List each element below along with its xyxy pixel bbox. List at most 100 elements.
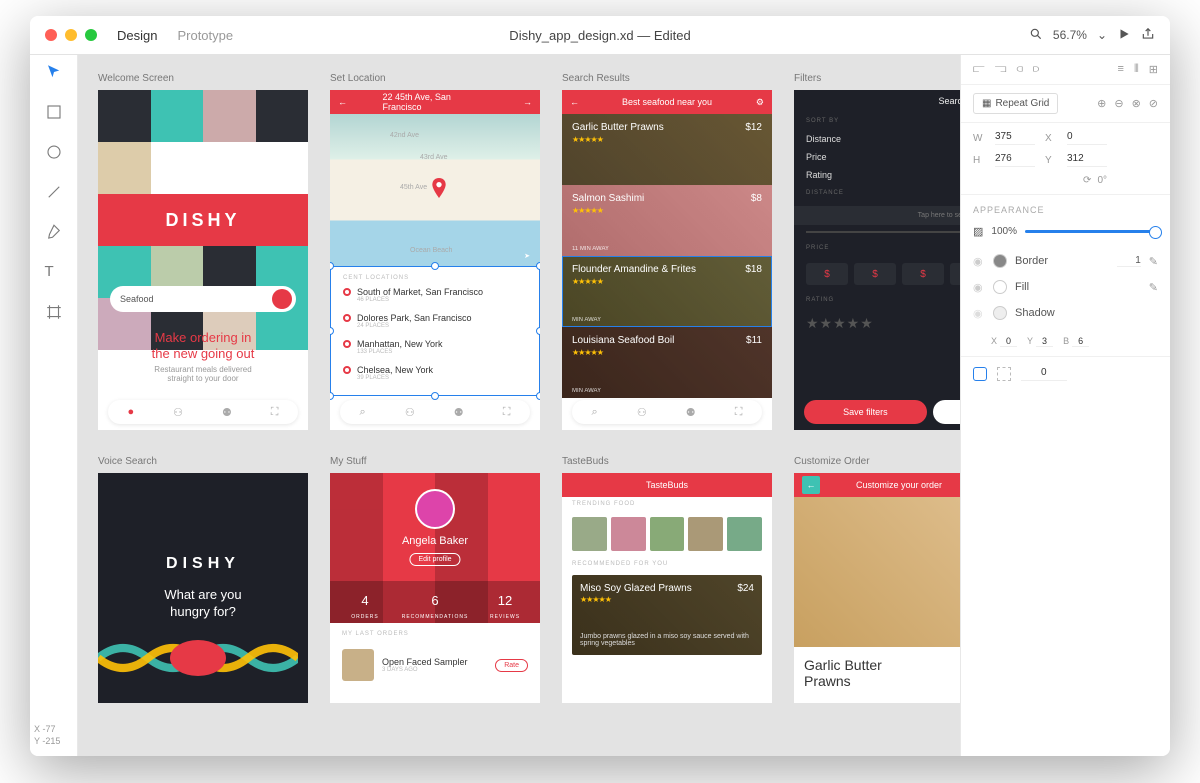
filters-icon[interactable]: ⚙ (756, 97, 764, 108)
dish-card[interactable]: Garlic Butter Prawns$12★★★★★ (562, 114, 772, 185)
height-input[interactable]: 276 (995, 153, 1035, 167)
border-color-swatch[interactable] (993, 254, 1007, 268)
mic-icon[interactable] (272, 289, 292, 309)
play-icon[interactable] (1117, 27, 1131, 44)
artboard-filters[interactable]: Filters Search Filters SORT BY Distance … (794, 73, 960, 430)
opacity-value[interactable]: 100% (991, 226, 1017, 237)
repeat-grid-button[interactable]: ▦ Repeat Grid (973, 93, 1058, 114)
tab-profile-icon[interactable]: ⚇ (637, 406, 647, 419)
border-size-input[interactable]: 1 (1117, 255, 1141, 267)
fill-color-swatch[interactable] (993, 280, 1007, 294)
save-filters-button[interactable]: Save filters (804, 400, 927, 424)
back-icon[interactable]: ← (338, 97, 347, 107)
trending-thumbs[interactable] (562, 511, 772, 557)
reco-card[interactable]: Miso Soy Glazed Prawns $24 ★★★★★ Jumbo p… (572, 575, 762, 655)
location-list-selected[interactable]: CENT LOCATIONS South of Market, San Fran… (330, 266, 540, 396)
rectangle-tool[interactable] (45, 103, 63, 121)
back-icon[interactable]: ← (570, 97, 579, 107)
location-item[interactable]: Manhattan, New York133 PLACES (343, 339, 527, 355)
shadow-y-input[interactable]: 3 (1036, 336, 1053, 347)
align-center-h-icon[interactable]: ⫎ (995, 63, 1007, 76)
price-selector[interactable]: $$$$ (794, 257, 960, 291)
sort-option[interactable]: Rating (794, 166, 960, 184)
tab-prototype[interactable]: Prototype (177, 28, 233, 43)
y-input[interactable]: 312 (1067, 153, 1107, 167)
distance-hint[interactable]: Tap here to set distance (794, 206, 960, 225)
artboard-tastebuds[interactable]: TasteBuds TasteBuds TRENDING FOOD RECOMM… (562, 456, 772, 703)
tab-search-icon[interactable]: ⌕ (360, 406, 366, 419)
order-row[interactable]: Open Faced Sampler3 DAYS AGO Rate (330, 645, 540, 685)
tab-friends-icon[interactable]: ⚉ (454, 406, 464, 419)
tab-profile-icon[interactable]: ⚇ (405, 406, 415, 419)
tab-home-icon[interactable]: ● (127, 406, 134, 418)
dish-card-selected[interactable]: Flounder Amandine & Frites$18★★★★★MIN AW… (562, 256, 772, 327)
close-window[interactable] (45, 29, 57, 41)
visibility-toggle[interactable]: ◉ (973, 281, 985, 294)
tab-search-icon[interactable]: ⌕ (592, 406, 598, 419)
dish-card[interactable]: Louisiana Seafood Boil$11★★★★★MIN AWAY (562, 327, 772, 398)
rate-button[interactable]: Rate (495, 659, 528, 672)
sort-option[interactable]: Price (794, 148, 960, 166)
search-input[interactable]: Seafood › (110, 286, 296, 312)
visibility-toggle[interactable]: ◉ (973, 307, 985, 320)
boolean-exclude-icon[interactable]: ⊘ (1149, 97, 1158, 110)
eyedropper-icon[interactable]: ✎ (1149, 255, 1158, 268)
artboard-results[interactable]: Search Results ←Best seafood near you⚙ G… (562, 73, 772, 430)
artboard-tool[interactable] (45, 303, 63, 321)
tab-cart-icon[interactable]: ⛶ (271, 406, 279, 419)
tab-cart-icon[interactable]: ⛶ (503, 406, 511, 419)
corner-each-icon[interactable] (997, 367, 1011, 381)
location-item[interactable]: South of Market, San Francisco46 PLACES (343, 287, 527, 303)
width-input[interactable]: 375 (995, 131, 1035, 145)
artboard-voice[interactable]: Voice Search DISHY What are youhungry fo… (98, 456, 308, 703)
select-tool[interactable] (45, 63, 63, 81)
boolean-intersect-icon[interactable]: ⊗ (1132, 97, 1141, 110)
artboard-location[interactable]: Set Location ← 22 45th Ave, San Francisc… (330, 73, 540, 430)
corner-radius-input[interactable]: 0 (1021, 367, 1067, 381)
location-item[interactable]: Chelsea, New York39 PLACES (343, 365, 527, 381)
distribute-h-icon[interactable]: ≡ (1118, 63, 1124, 76)
shadow-blur-input[interactable]: 6 (1072, 336, 1089, 347)
search-icon[interactable] (1029, 27, 1043, 44)
map-view[interactable]: 42nd Ave 43rd Ave 45th Ave Ocean Beach ➤ (330, 114, 540, 266)
opacity-slider[interactable] (1025, 230, 1158, 233)
rotate-icon[interactable]: ⟳ (1083, 175, 1091, 186)
align-left-icon[interactable]: ⫍ (973, 63, 985, 76)
back-icon[interactable]: ← (802, 476, 820, 494)
ellipse-tool[interactable] (45, 143, 63, 161)
submit-icon[interactable]: → (523, 97, 532, 107)
rating-stars[interactable]: ★★★★★ (794, 309, 960, 338)
locate-icon[interactable]: ➤ (524, 252, 530, 260)
tab-design[interactable]: Design (117, 28, 157, 57)
rotation-input[interactable]: 0° (1097, 175, 1107, 186)
cancel-button[interactable] (933, 400, 960, 424)
sort-option[interactable]: Distance (794, 130, 960, 148)
distribute-v-icon[interactable]: ⦀ (1134, 63, 1139, 76)
eyedropper-icon[interactable]: ✎ (1149, 281, 1158, 294)
text-tool[interactable]: T (45, 263, 63, 281)
x-input[interactable]: 0 (1067, 131, 1107, 145)
chevron-down-icon[interactable]: ⌄ (1097, 28, 1107, 42)
zoom-level[interactable]: 56.7% (1053, 28, 1087, 42)
distribute-icon[interactable]: ⊞ (1149, 63, 1158, 76)
artboard-welcome[interactable]: Welcome Screen DISHY Seafood › (98, 73, 308, 430)
distance-slider[interactable] (806, 231, 960, 233)
boolean-add-icon[interactable]: ⊕ (1097, 97, 1106, 110)
artboard-customize[interactable]: Customize Order ←Customize your order Ga… (794, 456, 960, 703)
tab-profile-icon[interactable]: ⚇ (173, 406, 183, 419)
tab-friends-icon[interactable]: ⚉ (686, 406, 696, 419)
tab-cart-icon[interactable]: ⛶ (735, 406, 743, 419)
line-tool[interactable] (45, 183, 63, 201)
pen-tool[interactable] (45, 223, 63, 241)
dish-card[interactable]: Salmon Sashimi$8★★★★★11 MIN AWAY (562, 185, 772, 256)
artboard-mystuff[interactable]: My Stuff Angela Baker Edit profile 4ORDE… (330, 456, 540, 703)
shadow-x-input[interactable]: 0 (1000, 336, 1017, 347)
zoom-window[interactable] (85, 29, 97, 41)
tab-friends-icon[interactable]: ⚉ (222, 406, 232, 419)
canvas[interactable]: Welcome Screen DISHY Seafood › (78, 55, 960, 756)
corner-all-icon[interactable] (973, 367, 987, 381)
boolean-subtract-icon[interactable]: ⊖ (1114, 97, 1123, 110)
align-top-icon[interactable]: ⫐ (1033, 63, 1039, 76)
align-right-icon[interactable]: ⫏ (1016, 63, 1022, 76)
share-icon[interactable] (1141, 27, 1155, 44)
